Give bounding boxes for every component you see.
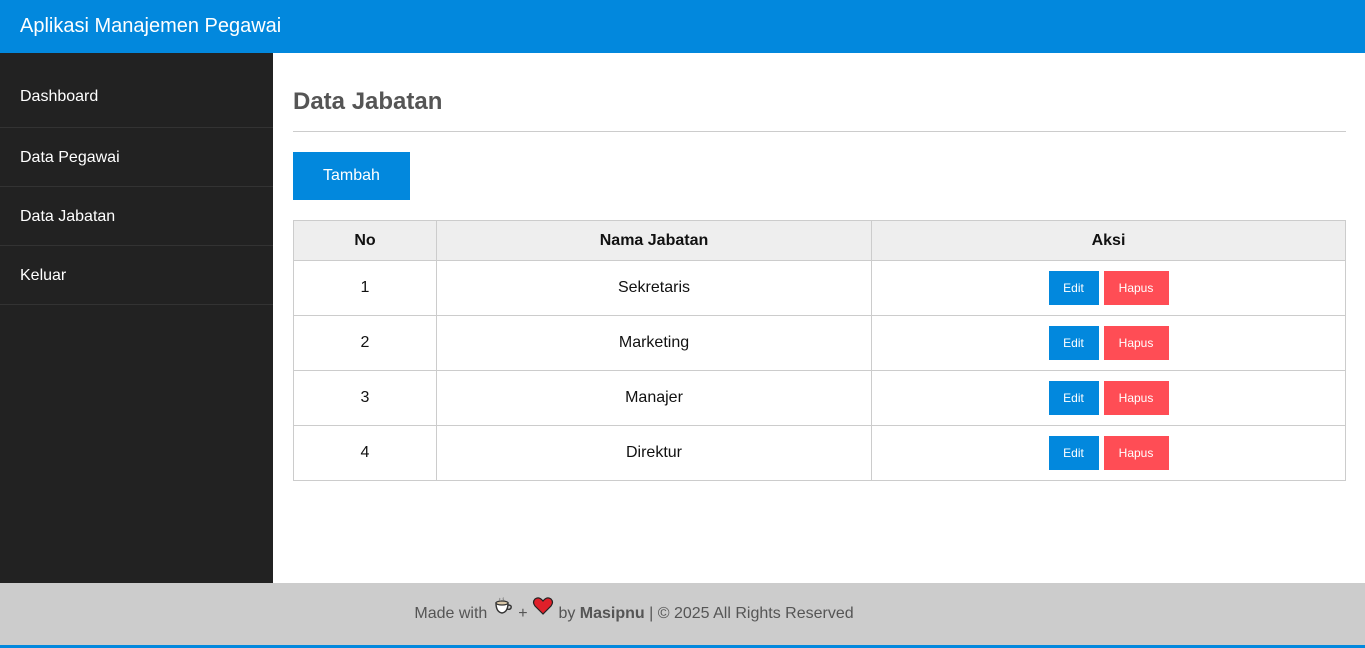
edit-button[interactable]: Edit: [1048, 271, 1099, 305]
row-number: 3: [293, 370, 437, 426]
table-row: 1 Sekretaris Edit Hapus: [293, 260, 1346, 316]
table-row: 2 Marketing Edit Hapus: [293, 315, 1346, 371]
footer-author: Masipnu: [579, 605, 645, 622]
row-actions: Edit Hapus: [871, 425, 1346, 481]
sidebar-item-dashboard[interactable]: Dashboard: [0, 53, 273, 128]
coffee-icon: [492, 581, 514, 643]
page-title: Data Jabatan: [293, 53, 1346, 132]
column-header-nama-jabatan: Nama Jabatan: [436, 220, 872, 261]
jabatan-table: No Nama Jabatan Aksi 1 Sekretaris Edit Ha…: [293, 220, 1346, 481]
row-nama-jabatan: Sekretaris: [436, 260, 872, 316]
delete-button[interactable]: Hapus: [1103, 436, 1169, 470]
sidebar-item-keluar[interactable]: Keluar: [0, 246, 273, 305]
column-header-no: No: [293, 220, 437, 261]
row-nama-jabatan: Manajer: [436, 370, 872, 426]
main-content: Data Jabatan Tambah No Nama Jabatan Aksi…: [273, 53, 1365, 583]
column-header-aksi: Aksi: [871, 220, 1346, 261]
row-actions: Edit Hapus: [871, 370, 1346, 426]
row-nama-jabatan: Marketing: [436, 315, 872, 371]
table-header-row: No Nama Jabatan Aksi: [293, 220, 1346, 261]
delete-button[interactable]: Hapus: [1103, 381, 1169, 415]
row-number: 1: [293, 260, 437, 316]
footer-by: by: [558, 605, 576, 622]
sidebar: Dashboard Data Pegawai Data Jabatan Kelu…: [0, 53, 273, 583]
edit-button[interactable]: Edit: [1048, 436, 1099, 470]
footer: Made with + by Masipnu | © 2025 All Righ…: [0, 583, 1365, 648]
sidebar-item-data-jabatan[interactable]: Data Jabatan: [0, 187, 273, 246]
app-title: Aplikasi Manajemen Pegawai: [20, 15, 282, 37]
row-number: 4: [293, 425, 437, 481]
row-actions: Edit Hapus: [871, 260, 1346, 316]
edit-button[interactable]: Edit: [1048, 326, 1099, 360]
add-button[interactable]: Tambah: [293, 152, 410, 200]
app-header: Aplikasi Manajemen Pegawai: [0, 0, 1365, 53]
table-row: 4 Direktur Edit Hapus: [293, 425, 1346, 481]
footer-rights: | © 2025 All Rights Reserved: [649, 605, 854, 622]
edit-button[interactable]: Edit: [1048, 381, 1099, 415]
row-number: 2: [293, 315, 437, 371]
footer-plus: +: [518, 605, 528, 622]
row-nama-jabatan: Direktur: [436, 425, 872, 481]
heart-icon: [532, 581, 554, 643]
sidebar-item-data-pegawai[interactable]: Data Pegawai: [0, 128, 273, 187]
footer-made-with: Made with: [414, 605, 488, 622]
delete-button[interactable]: Hapus: [1103, 326, 1169, 360]
row-actions: Edit Hapus: [871, 315, 1346, 371]
table-row: 3 Manajer Edit Hapus: [293, 370, 1346, 426]
delete-button[interactable]: Hapus: [1103, 271, 1169, 305]
